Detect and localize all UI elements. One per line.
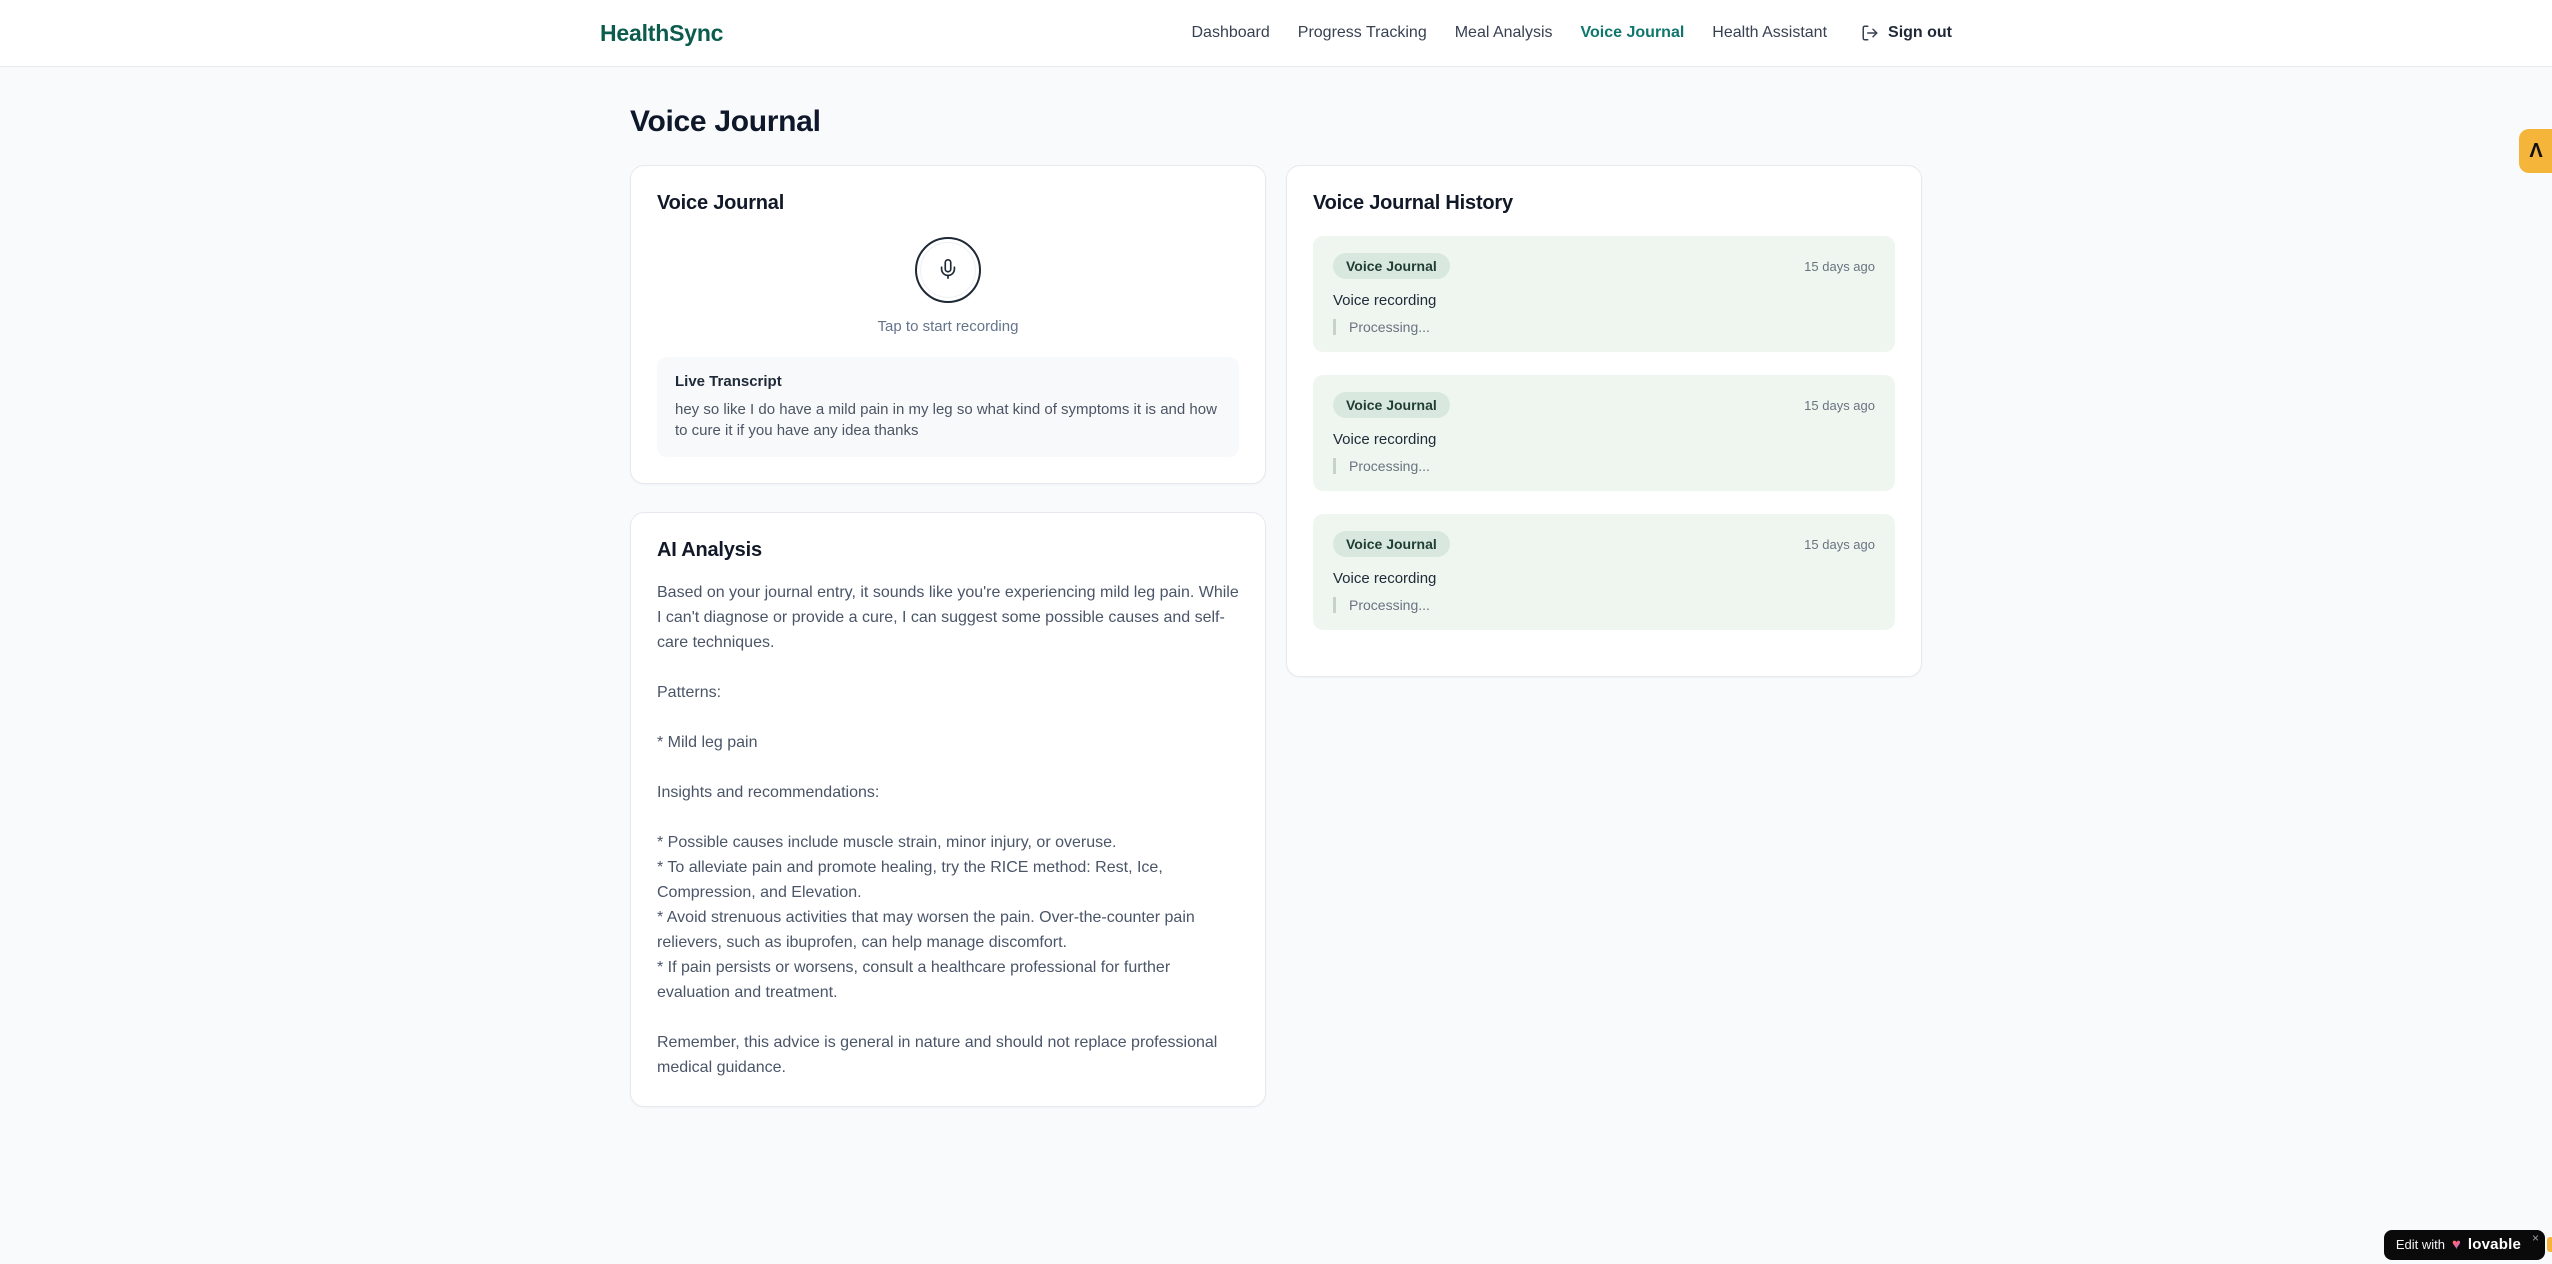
entry-timestamp: 15 days ago: [1804, 536, 1875, 552]
top-nav: HealthSync Dashboard Progress Tracking M…: [0, 0, 2552, 67]
content-grid: Voice Journal Tap to start recording Liv…: [630, 165, 1922, 1107]
entry-type-badge: Voice Journal: [1333, 531, 1450, 557]
sign-out-button[interactable]: Sign out: [1861, 24, 1952, 42]
history-entries: Voice Journal 15 days ago Voice recordin…: [1313, 236, 1895, 630]
top-nav-inner: HealthSync Dashboard Progress Tracking M…: [600, 20, 1952, 47]
entry-status: Processing...: [1333, 458, 1875, 474]
entry-type-badge: Voice Journal: [1333, 253, 1450, 279]
analysis-paragraph: * Mild leg pain: [657, 734, 758, 751]
entry-title: Voice recording: [1333, 431, 1437, 448]
mic-area: Tap to start recording: [657, 215, 1239, 335]
edit-with-lovable-badge[interactable]: Edit with ♥ lovable ×: [2383, 1230, 2545, 1260]
lovable-brand-label: lovable: [2467, 1236, 2521, 1253]
page-title: Voice Journal: [630, 105, 821, 138]
analysis-paragraph: * Possible causes include muscle strain,…: [657, 834, 1195, 1001]
ai-analysis-body: Based on your journal entry, it sounds l…: [657, 580, 1239, 1080]
side-panel-badge[interactable]: Λ: [2519, 129, 2552, 173]
history-entry-header: Voice Journal 15 days ago: [1333, 531, 1875, 557]
entry-status: Processing...: [1333, 597, 1875, 613]
entry-title: Voice recording: [1333, 570, 1437, 587]
history-entry-header: Voice Journal 15 days ago: [1333, 392, 1875, 418]
microphone-icon: [937, 258, 959, 283]
nav-item-progress-tracking[interactable]: Progress Tracking: [1298, 24, 1427, 42]
heart-icon: ♥: [2452, 1236, 2461, 1253]
history-entry-header: Voice Journal 15 days ago: [1333, 253, 1875, 279]
voice-journal-history-card: Voice Journal History Voice Journal 15 d…: [1286, 165, 1922, 677]
main-content: Voice Journal Voice Journal Tap to start…: [630, 67, 1922, 1107]
entry-status: Processing...: [1333, 319, 1875, 335]
entry-timestamp: 15 days ago: [1804, 397, 1875, 413]
nav-item-meal-analysis[interactable]: Meal Analysis: [1455, 24, 1553, 42]
dev-tool-icon: Λ: [2529, 139, 2543, 162]
analysis-paragraph: Based on your journal entry, it sounds l…: [657, 584, 1239, 651]
nav-item-dashboard[interactable]: Dashboard: [1192, 24, 1270, 42]
sign-out-label: Sign out: [1888, 24, 1952, 41]
entry-type-badge: Voice Journal: [1333, 392, 1450, 418]
app-logo[interactable]: HealthSync: [600, 20, 723, 47]
history-entry[interactable]: Voice Journal 15 days ago Voice recordin…: [1313, 514, 1895, 630]
live-transcript-label: Live Transcript: [675, 373, 782, 390]
left-column: Voice Journal Tap to start recording Liv…: [630, 165, 1266, 1107]
history-entry[interactable]: Voice Journal 15 days ago Voice recordin…: [1313, 236, 1895, 352]
history-entry[interactable]: Voice Journal 15 days ago Voice recordin…: [1313, 375, 1895, 491]
close-icon[interactable]: ×: [2532, 1231, 2539, 1245]
nav-item-voice-journal[interactable]: Voice Journal: [1581, 24, 1685, 42]
analysis-paragraph: Patterns:: [657, 684, 722, 701]
tap-to-record-hint: Tap to start recording: [877, 318, 1019, 335]
history-card-title: Voice Journal History: [1313, 192, 1513, 214]
entry-title: Voice recording: [1333, 292, 1437, 309]
ai-analysis-title: AI Analysis: [657, 539, 762, 561]
live-transcript-box: Live Transcript hey so like I do have a …: [657, 357, 1239, 457]
nav-links: Dashboard Progress Tracking Meal Analysi…: [1192, 24, 1953, 42]
nav-item-health-assistant[interactable]: Health Assistant: [1712, 24, 1827, 42]
edge-orange-sliver: [2547, 1237, 2552, 1252]
ai-analysis-card: AI Analysis Based on your journal entry,…: [630, 512, 1266, 1107]
edit-with-label: Edit with: [2395, 1237, 2445, 1252]
analysis-paragraph: Insights and recommendations:: [657, 784, 880, 801]
entry-timestamp: 15 days ago: [1804, 258, 1875, 274]
log-out-icon: [1861, 24, 1879, 42]
recorder-card-title: Voice Journal: [657, 192, 785, 214]
voice-recorder-card: Voice Journal Tap to start recording Liv…: [630, 165, 1266, 484]
analysis-paragraph: Remember, this advice is general in natu…: [657, 1034, 1218, 1076]
record-button[interactable]: [915, 237, 981, 303]
right-column: Voice Journal History Voice Journal 15 d…: [1286, 165, 1922, 677]
live-transcript-text: hey so like I do have a mild pain in my …: [675, 401, 1217, 439]
